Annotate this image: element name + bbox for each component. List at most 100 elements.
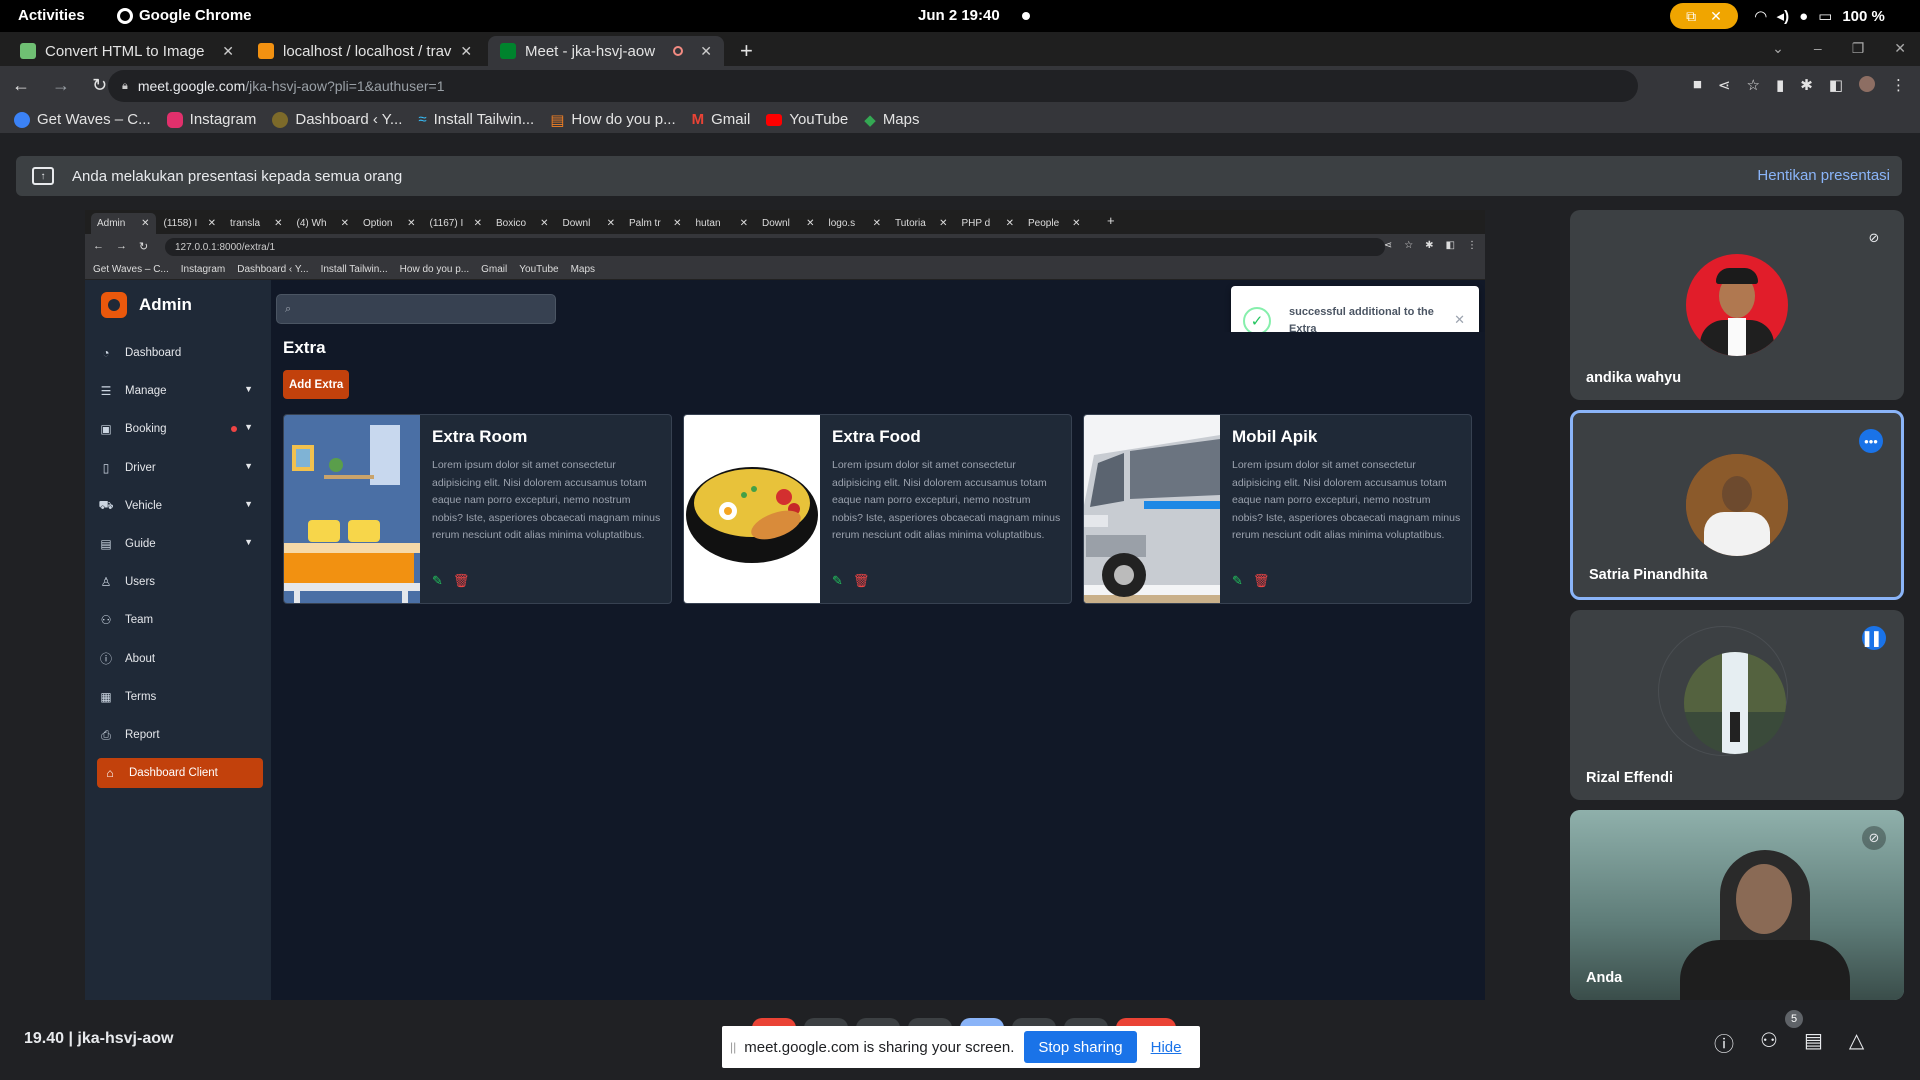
participant-tile-active[interactable]: ••• Satria Pinandhita bbox=[1570, 410, 1904, 600]
close-tab-icon[interactable]: ✕ bbox=[460, 43, 472, 60]
profile-avatar[interactable] bbox=[1859, 76, 1875, 92]
shared-bookmark: Instagram bbox=[180, 264, 226, 275]
search-input: ⌕ bbox=[276, 294, 556, 324]
shared-tab: PHP d ✕ bbox=[956, 213, 1021, 234]
browser-tab-active[interactable]: Meet - jka-hsvj-aow ✕ bbox=[488, 36, 724, 66]
minimize-icon[interactable]: – bbox=[1814, 40, 1822, 57]
bookmark[interactable]: M Gmail bbox=[692, 111, 751, 128]
shared-tab: (4) Wh ✕ bbox=[291, 213, 356, 234]
shared-tab-title: (1167) I bbox=[429, 218, 464, 229]
sidebar-item-label: Vehicle bbox=[125, 499, 163, 512]
trash-icon: 🗑︎ bbox=[452, 573, 470, 588]
share-icon[interactable]: ⋖ bbox=[1718, 76, 1731, 94]
close-tab-icon: ✕ bbox=[872, 218, 881, 229]
hide-button[interactable]: Hide bbox=[1151, 1039, 1182, 1056]
more-options-icon[interactable]: ••• bbox=[1859, 429, 1883, 453]
shared-tab: Downl ✕ bbox=[756, 213, 821, 234]
close-tab-icon[interactable]: ✕ bbox=[222, 43, 234, 60]
people-icon[interactable]: ⚇ bbox=[1760, 1028, 1778, 1057]
shared-bookmark: Install Tailwin... bbox=[320, 264, 388, 275]
microphone-icon: ● bbox=[1799, 7, 1809, 25]
maximize-icon[interactable]: ❐ bbox=[1852, 40, 1865, 57]
system-tray[interactable]: ◠ ◂) ● ▭ 100 % bbox=[1755, 7, 1885, 26]
puzzle-icon[interactable]: ✱ bbox=[1800, 76, 1813, 94]
new-tab-button[interactable]: + bbox=[740, 38, 753, 64]
close-tab-icon[interactable]: ✕ bbox=[700, 43, 712, 60]
card-description: Lorem ipsum dolor sit amet consectetur a… bbox=[432, 459, 661, 541]
sidebar-icon: ▣ bbox=[100, 422, 112, 437]
youtube-icon bbox=[766, 113, 783, 126]
bookmark[interactable]: Get Waves – C... bbox=[14, 111, 151, 128]
close-window-icon[interactable]: ✕ bbox=[1894, 40, 1906, 57]
recording-icon bbox=[673, 46, 684, 56]
tab-favicon-icon bbox=[500, 43, 516, 59]
close-tab-icon: ✕ bbox=[806, 218, 815, 229]
shared-tab: logo.s ✕ bbox=[823, 213, 888, 234]
notification-dot bbox=[231, 426, 237, 433]
shared-bookmark: Get Waves – C... bbox=[93, 264, 169, 275]
shared-screen: Admin ✕ (1158) I ✕ transla ✕ (4) Wh ✕ Option ✕ (11… bbox=[85, 210, 1485, 1000]
menu-icon[interactable]: ⋮ bbox=[1891, 76, 1906, 94]
shared-nav: ← → ↻ bbox=[93, 240, 148, 253]
shared-toolbar-icons: ⋖ ☆ ✱ ◧ ⋮ bbox=[1384, 240, 1477, 251]
participant-name: andika wahyu bbox=[1586, 370, 1682, 386]
trash-icon: 🗑︎ bbox=[852, 573, 870, 588]
chevron-down-icon: ▼ bbox=[244, 384, 253, 395]
tab-title: Convert HTML to Image bbox=[45, 42, 205, 60]
reload-icon[interactable]: ↻ bbox=[92, 75, 107, 96]
clock[interactable]: Jun 2 19:40 bbox=[918, 7, 1000, 24]
back-icon[interactable]: ← bbox=[12, 75, 30, 96]
chat-icon[interactable]: ▤ bbox=[1804, 1028, 1823, 1057]
sidebar-icon: ⌂ bbox=[106, 766, 114, 781]
shared-tab-title: Admin bbox=[97, 218, 126, 229]
sidebar-icon: ▯ bbox=[102, 460, 110, 475]
stop-presenting-button[interactable]: Hentikan presentasi bbox=[1757, 167, 1890, 184]
app-menu[interactable]: Google Chrome bbox=[117, 7, 252, 24]
sidebar-item: ⓘ About bbox=[97, 644, 263, 674]
address-bar[interactable]: 🔒︎ meet.google.com /jka-hsvj-aow?pli=1&a… bbox=[108, 70, 1638, 102]
activities-icon[interactable]: △ bbox=[1849, 1028, 1864, 1057]
new-tab-icon: + bbox=[1107, 213, 1115, 228]
bookmark[interactable]: Instagram bbox=[166, 111, 256, 128]
bookmark[interactable]: Dashboard ‹ Y... bbox=[272, 111, 402, 128]
browser-tab[interactable]: Convert HTML to Image ✕ bbox=[8, 36, 246, 66]
sidebar-icon: ◔ bbox=[102, 346, 110, 360]
bookmark[interactable]: ◆ Maps bbox=[864, 111, 919, 129]
tab-favicon-icon bbox=[20, 43, 36, 59]
shared-bookmark: Gmail bbox=[481, 264, 508, 275]
presenting-text: Anda melakukan presentasi kepada semua o… bbox=[72, 167, 403, 185]
camera-icon[interactable]: ■ bbox=[1693, 76, 1702, 94]
sidepanel-icon[interactable]: ◧ bbox=[1829, 76, 1843, 94]
screen-share-indicator[interactable]: ⧉ ✕ bbox=[1670, 3, 1738, 29]
participant-tile[interactable]: ⊘ andika wahyu bbox=[1570, 210, 1904, 400]
participant-tile[interactable]: ▌▌ Rizal Effendi bbox=[1570, 610, 1904, 800]
self-face bbox=[1736, 864, 1792, 934]
browser-tab[interactable]: localhost / localhost / trav ✕ bbox=[246, 36, 484, 66]
close-icon: ✕ bbox=[1454, 312, 1465, 327]
forward-icon[interactable]: → bbox=[52, 75, 70, 96]
stop-sharing-button[interactable]: Stop sharing bbox=[1024, 1031, 1137, 1063]
info-icon[interactable]: ⓘ bbox=[1714, 1028, 1734, 1057]
shared-url: 127.0.0.1:8000/extra/1 bbox=[175, 241, 276, 253]
activities-button[interactable]: Activities bbox=[18, 7, 85, 24]
sidebar-item-label: Dashboard Client bbox=[129, 767, 218, 780]
chevron-down-icon: ▼ bbox=[244, 537, 253, 547]
mic-off-icon: ⊘ bbox=[1868, 230, 1880, 245]
participant-tile-self[interactable]: ⊘ Anda bbox=[1570, 810, 1904, 1000]
close-icon[interactable]: ✕ bbox=[1710, 8, 1722, 25]
bookmark[interactable]: ≈ Install Tailwin... bbox=[418, 111, 534, 128]
extension-icon[interactable]: ▮ bbox=[1776, 76, 1784, 94]
drag-handle-icon[interactable]: || bbox=[730, 1040, 736, 1054]
sidebar-item: ▯ Driver ▼ bbox=[97, 453, 263, 483]
shared-tab-title: Downl bbox=[562, 218, 591, 229]
bookmark[interactable]: YouTube bbox=[766, 111, 848, 128]
gmail-icon: M bbox=[691, 111, 705, 128]
star-icon[interactable]: ☆ bbox=[1747, 76, 1760, 94]
nav-buttons: ← → ↻ bbox=[12, 75, 107, 96]
tab-search-icon[interactable]: ⌄ bbox=[1772, 40, 1784, 57]
check-icon: ✓ bbox=[1243, 307, 1271, 335]
shared-toolbar: ← → ↻ 127.0.0.1:8000/extra/1 ⋖ ☆ ✱ ◧ ⋮ bbox=[85, 234, 1485, 260]
bookmark[interactable]: ▤ How do you p... bbox=[550, 111, 675, 129]
sidebar-item-label: Team bbox=[125, 614, 154, 627]
shared-bookmark: How do you p... bbox=[399, 264, 470, 275]
